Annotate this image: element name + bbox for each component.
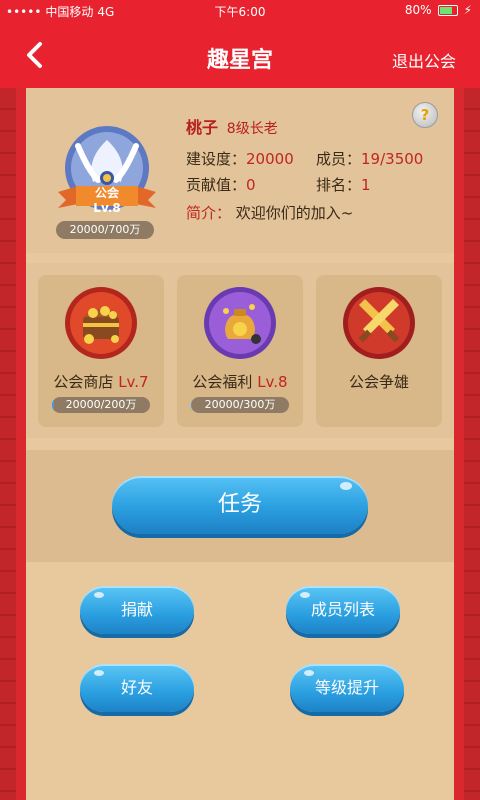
members-row: 成员：19/3500 <box>316 148 423 169</box>
help-icon[interactable]: ? <box>412 102 438 128</box>
button-gloss <box>340 482 352 490</box>
guild-shop-progress: 20000/200万 <box>52 397 150 413</box>
emblem-level-label: 公会 Lv.8 <box>93 186 121 215</box>
guild-welfare-card[interactable]: 公会福利 Lv.8 20000/300万 <box>177 275 303 427</box>
ranking-value: 1 <box>361 176 371 194</box>
guild-shop-progress-fill <box>52 397 54 413</box>
left-frame-inner <box>16 88 26 800</box>
contribution-row: 贡献值：0 <box>186 174 256 195</box>
button-gloss <box>94 670 104 676</box>
intro-label: 简介： <box>186 204 232 222</box>
construction-label: 建设度： <box>186 150 247 168</box>
guild-features: 公会商店 Lv.7 20000/200万 公会福利 Lv.8 20000/300… <box>26 263 454 438</box>
battery-icon <box>437 4 458 16</box>
upgrade-level-button-label: 等级提升 <box>314 678 379 697</box>
right-frame-inner <box>454 88 464 800</box>
donate-button-label: 捐献 <box>120 600 153 619</box>
contribution-label: 贡献值： <box>186 176 247 194</box>
member-name: 桃子 <box>186 118 219 137</box>
button-gloss <box>304 670 314 676</box>
guild-battle-label: 公会争雄 <box>348 373 409 391</box>
money-bag-icon <box>204 287 276 359</box>
guild-welfare-name: 公会福利 <box>192 373 253 391</box>
guild-profile-panel: ? 公会 Lv.8 20000/700万 桃子 8级长老 建设度：20000 成… <box>26 88 454 253</box>
left-frame <box>0 88 16 800</box>
members-label: 成员： <box>316 150 362 168</box>
intro-row: 简介： 欢迎你们的加入~ <box>186 202 353 223</box>
guild-shop-progress-text: 20000/200万 <box>65 398 137 411</box>
member-list-button-label: 成员列表 <box>310 600 375 619</box>
guild-welfare-progress-fill <box>191 397 192 413</box>
button-gloss <box>94 592 104 598</box>
ranking-row: 排名：1 <box>316 174 371 195</box>
guild-shop-label: 公会商店 Lv.7 <box>38 371 164 392</box>
guild-welfare-progress: 20000/300万 <box>191 397 289 413</box>
charging-icon: ⚡ <box>463 3 472 17</box>
status-right: 80% ⚡ <box>405 3 472 17</box>
construction-value: 20000 <box>246 150 294 168</box>
right-frame <box>464 88 480 800</box>
donate-button[interactable]: 捐献 <box>80 586 194 634</box>
guild-welfare-progress-text: 20000/300万 <box>204 398 276 411</box>
contribution-value: 0 <box>246 176 256 194</box>
emblem-exp-bar: 20000/700万 <box>56 221 154 239</box>
guild-battle-card[interactable]: 公会争雄 <box>316 275 442 427</box>
construction-row: 建设度：20000 <box>186 148 294 169</box>
task-area: 任务 <box>26 450 454 562</box>
button-gloss <box>300 592 310 598</box>
task-button[interactable]: 任务 <box>112 476 368 534</box>
main-content: ? 公会 Lv.8 20000/700万 桃子 8级长老 建设度：20000 成… <box>26 88 454 800</box>
member-name-row: 桃子 8级长老 <box>186 114 278 138</box>
guild-welfare-level: Lv.8 <box>257 373 288 391</box>
member-rank-title: 8级长老 <box>226 121 278 137</box>
members-value: 19/3500 <box>361 150 424 168</box>
upgrade-level-button[interactable]: 等级提升 <box>290 664 404 712</box>
guild-shop-name: 公会商店 <box>53 373 114 391</box>
task-button-label: 任务 <box>217 492 262 517</box>
status-bar: ••••• 中国移动 4G 下午6:00 80% ⚡ <box>0 0 480 22</box>
intro-value: 欢迎你们的加入~ <box>235 204 354 222</box>
friends-button[interactable]: 好友 <box>80 664 194 712</box>
friends-button-label: 好友 <box>120 678 153 697</box>
exit-guild-button[interactable]: 退出公会 <box>392 48 456 72</box>
guild-shop-card[interactable]: 公会商店 Lv.7 20000/200万 <box>38 275 164 427</box>
guild-shop-level: Lv.7 <box>118 373 149 391</box>
ranking-label: 排名： <box>316 176 362 194</box>
member-list-button[interactable]: 成员列表 <box>286 586 400 634</box>
app-header: 趣星宫 退出公会 <box>0 22 480 88</box>
battery-percent: 80% <box>404 3 432 17</box>
treasure-chest-icon <box>65 287 137 359</box>
guild-welfare-label: 公会福利 Lv.8 <box>177 371 303 392</box>
crossed-swords-icon <box>343 287 415 359</box>
